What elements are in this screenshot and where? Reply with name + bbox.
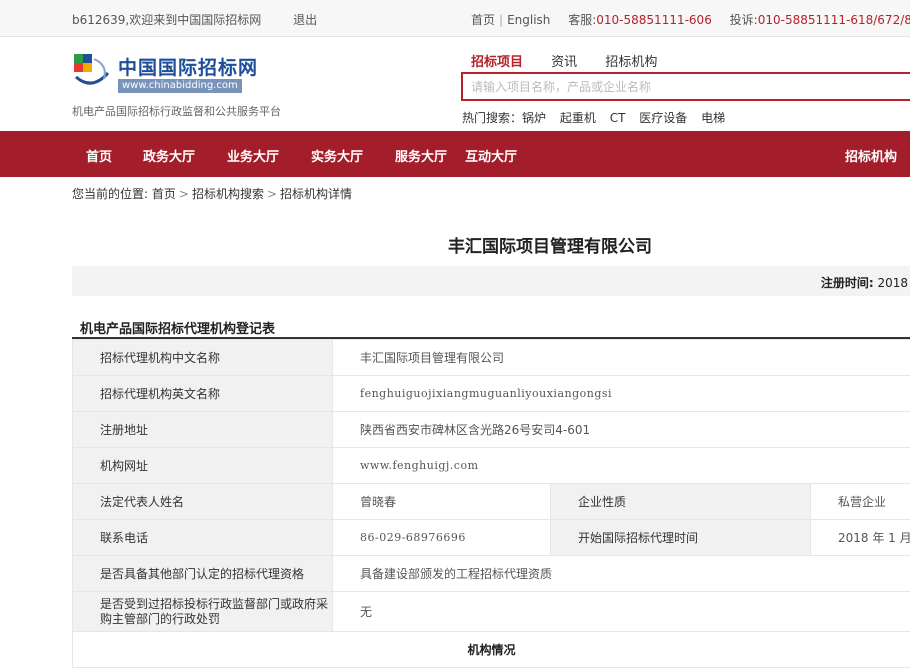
separator: | [499, 13, 503, 27]
site-logo[interactable]: 中国国际招标网 www.chinabidding.com 机电产品国际招标行政监… [72, 51, 292, 121]
nav-item-agencies[interactable]: 招标机构 [845, 146, 897, 165]
table-row: 是否具备其他部门认定的招标代理资格 具备建设部颁发的工程招标代理资质 [73, 556, 910, 592]
cell-label: 招标代理机构英文名称 [73, 376, 333, 412]
service-phone: 010-58851111-606 [596, 13, 712, 27]
table-row: 机构情况 [73, 632, 910, 668]
company-title: 丰汇国际项目管理有限公司 [0, 232, 910, 257]
nav-item-interaction[interactable]: 互动大厅 [465, 146, 517, 165]
logo-url: www.chinabidding.com [118, 79, 242, 93]
tab-bid-projects[interactable]: 招标项目 [471, 55, 523, 70]
cell-label: 注册地址 [73, 412, 333, 448]
cell-value: fenghuiguojixiangmuguanliyouxiangongsi [333, 376, 910, 412]
english-link[interactable]: English [507, 13, 550, 27]
cell-value: 无 [333, 592, 910, 632]
search-tabs: 招标项目 资讯 招标机构 [471, 51, 681, 70]
home-link[interactable]: 首页 [471, 13, 495, 27]
breadcrumb-prefix: 您当前的位置: [72, 187, 148, 201]
hot-search: 热门搜索：锅炉 起重机 CT 医疗设备 电梯 [462, 109, 725, 126]
cell-label: 联系电话 [73, 520, 333, 556]
table-row: 注册地址 陕西省西安市碑林区含光路26号安司4-601 [73, 412, 910, 448]
cell-label: 是否受到过招标投标行政监督部门或政府采购主管部门的行政处罚 [73, 592, 333, 632]
search-box [461, 72, 910, 101]
breadcrumb: 您当前的位置: 首页>招标机构搜索>招标机构详情 [72, 185, 352, 202]
org-info-heading: 机构情况 [73, 632, 910, 668]
table-row: 招标代理机构英文名称 fenghuiguojixiangmuguanliyoux… [73, 376, 910, 412]
logout-link[interactable]: 退出 [293, 13, 317, 27]
complaint-phone: 010-58851111-618/672/887 [758, 13, 910, 27]
cell-label: 法定代表人姓名 [73, 484, 333, 520]
top-links: 首页 | English 客服:010-58851111-606 投诉:010-58… [471, 11, 910, 28]
nav-item-practice[interactable]: 实务大厅 [311, 146, 363, 165]
site-header: 中国国际招标网 www.chinabidding.com 机电产品国际招标行政监… [0, 37, 910, 131]
nav-item-government[interactable]: 政务大厅 [143, 146, 195, 165]
tab-news[interactable]: 资讯 [551, 55, 577, 70]
nav-item-service[interactable]: 服务大厅 [395, 146, 447, 165]
top-bar: b612639,欢迎来到中国国际招标网 退出 首页|English 客服:010… [0, 0, 910, 37]
chevron-right-icon: > [267, 187, 277, 201]
chevron-right-icon: > [179, 187, 189, 201]
cell-label: 开始国际招标代理时间 [551, 520, 811, 556]
register-value: 2018 [877, 276, 908, 290]
logo-mark-icon [72, 51, 112, 91]
register-bar: 注册时间: 2018 [72, 266, 910, 296]
cell-value: 陕西省西安市碑林区含光路26号安司4-601 [333, 412, 910, 448]
cell-value: 私营企业 [811, 484, 910, 520]
complaint-label: 投诉: [730, 13, 758, 27]
hot-keyword[interactable]: 医疗设备 [639, 111, 687, 125]
cell-label: 是否具备其他部门认定的招标代理资格 [73, 556, 333, 592]
hot-keyword[interactable]: 电梯 [701, 111, 725, 125]
table-row: 是否受到过招标投标行政监督部门或政府采购主管部门的行政处罚 无 [73, 592, 910, 632]
cell-label: 招标代理机构中文名称 [73, 340, 333, 376]
tab-agencies[interactable]: 招标机构 [605, 55, 657, 70]
cell-value: 曾晓春 [333, 484, 551, 520]
breadcrumb-current: 招标机构详情 [280, 187, 352, 201]
table-row: 法定代表人姓名 曾晓春 企业性质 私营企业 [73, 484, 910, 520]
hot-keyword[interactable]: 起重机 [560, 111, 596, 125]
cell-label: 机构网址 [73, 448, 333, 484]
section-title: 机电产品国际招标代理机构登记表 [80, 318, 275, 337]
breadcrumb-home[interactable]: 首页 [152, 187, 176, 201]
hot-keyword[interactable]: 锅炉 [522, 111, 546, 125]
register-label: 注册时间: [821, 276, 874, 290]
website-link[interactable]: www.fenghuigj.com [333, 448, 910, 484]
logo-slogan: 机电产品国际招标行政监督和公共服务平台 [72, 103, 281, 119]
search-input[interactable] [463, 74, 910, 99]
table-row: 联系电话 86-029-68976696 开始国际招标代理时间 2018 年 1… [73, 520, 910, 556]
cell-label: 企业性质 [551, 484, 811, 520]
registration-table: 招标代理机构中文名称 丰汇国际项目管理有限公司 招标代理机构英文名称 fengh… [72, 339, 910, 668]
main-nav: 首页 政务大厅 业务大厅 实务大厅 服务大厅 互动大厅 招标机构 [0, 131, 910, 177]
hot-search-label: 热门搜索： [462, 111, 522, 125]
hot-keyword[interactable]: CT [610, 111, 626, 125]
welcome-area: b612639,欢迎来到中国国际招标网 退出 [72, 11, 317, 28]
cell-value: 86-029-68976696 [333, 520, 551, 556]
table-row: 机构网址 www.fenghuigj.com [73, 448, 910, 484]
nav-item-home[interactable]: 首页 [86, 146, 112, 165]
logo-title: 中国国际招标网 [118, 53, 258, 80]
cell-value: 具备建设部颁发的工程招标代理资质 [333, 556, 910, 592]
register-time: 注册时间: 2018 [821, 274, 908, 291]
breadcrumb-agency-search[interactable]: 招标机构搜索 [192, 187, 264, 201]
table-row: 招标代理机构中文名称 丰汇国际项目管理有限公司 [73, 340, 910, 376]
cell-value: 2018 年 1 月 [811, 520, 910, 556]
cell-value: 丰汇国际项目管理有限公司 [333, 340, 910, 376]
welcome-text: b612639,欢迎来到中国国际招标网 [72, 13, 261, 27]
nav-item-business[interactable]: 业务大厅 [227, 146, 279, 165]
service-label: 客服: [568, 13, 596, 27]
